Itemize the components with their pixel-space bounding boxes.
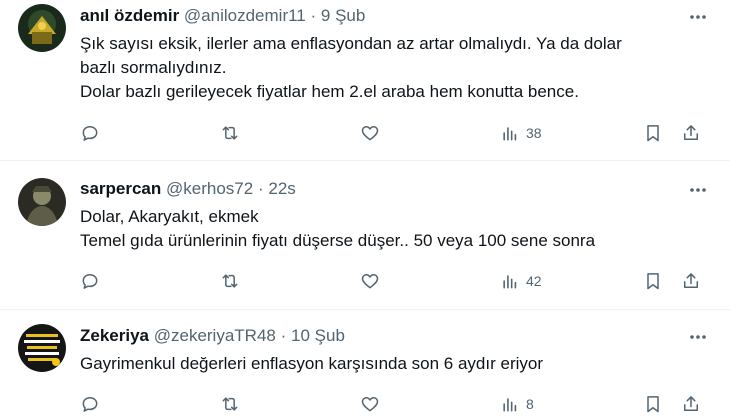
user-handle[interactable]: @kerhos72 <box>166 179 253 198</box>
action-bar: 8 <box>80 392 720 416</box>
action-bar: 38 <box>80 121 720 145</box>
views-count: 38 <box>526 125 542 141</box>
tweet-text: Şık sayısı eksik, ilerler ama enflasyond… <box>80 32 700 104</box>
separator-dot: · <box>257 179 264 198</box>
more-icon[interactable] <box>688 7 708 27</box>
tweet-header: Zekeriya @zekeriyaTR48 · 10 Şub <box>80 325 345 347</box>
bookmark-icon <box>647 125 659 142</box>
share-button[interactable] <box>681 392 701 416</box>
tweet-header: anıl özdemir @anilozdemir11 · 9 Şub <box>80 5 365 27</box>
tweet-header: sarpercan @kerhos72 · 22s <box>80 178 296 200</box>
views-icon <box>503 398 517 412</box>
avatar[interactable] <box>18 178 66 226</box>
reply-icon <box>82 397 98 412</box>
views-icon <box>503 275 517 289</box>
like-icon <box>361 397 379 412</box>
display-name[interactable]: Zekeriya <box>80 326 149 345</box>
like-button[interactable] <box>360 269 380 293</box>
tweet-line: bazlı sormalıydınız. <box>80 58 227 77</box>
avatar[interactable] <box>18 4 66 52</box>
like-button[interactable] <box>360 392 380 416</box>
display-name[interactable]: anıl özdemir <box>80 6 179 25</box>
tweet[interactable]: anıl özdemir @anilozdemir11 · 9 Şub Şık … <box>0 0 730 161</box>
more-icon[interactable] <box>688 180 708 200</box>
share-icon <box>684 273 698 288</box>
bookmark-button[interactable] <box>643 269 663 293</box>
separator-dot: · <box>280 326 287 345</box>
timestamp[interactable]: 9 Şub <box>321 6 365 25</box>
retweet-icon <box>222 126 238 140</box>
user-handle[interactable]: @anilozdemir11 <box>184 6 306 25</box>
share-button[interactable] <box>681 121 701 145</box>
views-icon <box>503 127 517 141</box>
tweet-line: Şık sayısı eksik, ilerler ama enflasyond… <box>80 34 622 53</box>
bookmark-button[interactable] <box>643 392 663 416</box>
tweet-text: Dolar, Akaryakıt, ekmek Temel gıda ürünl… <box>80 205 700 253</box>
bookmark-icon <box>647 396 659 413</box>
tweet-text: Gayrimenkul değerleri enflasyon karşısın… <box>80 352 700 376</box>
views-button[interactable]: 8 <box>500 392 534 416</box>
like-icon <box>361 274 379 289</box>
more-icon[interactable] <box>688 327 708 347</box>
views-count: 42 <box>526 273 542 289</box>
like-button[interactable] <box>360 121 380 145</box>
bookmark-icon <box>647 273 659 290</box>
reply-button[interactable] <box>80 392 100 416</box>
retweet-icon <box>222 274 238 288</box>
bookmark-button[interactable] <box>643 121 663 145</box>
tweet-line: Gayrimenkul değerleri enflasyon karşısın… <box>80 354 543 373</box>
reply-icon <box>82 274 98 289</box>
views-button[interactable]: 42 <box>500 269 542 293</box>
avatar[interactable] <box>18 324 66 372</box>
tweet-line: Temel gıda ürünlerinin fiyatı düşerse dü… <box>80 231 596 250</box>
user-handle[interactable]: @zekeriyaTR48 <box>154 326 276 345</box>
reply-icon <box>82 126 98 141</box>
tweet-line: Dolar, Akaryakıt, ekmek <box>80 207 259 226</box>
views-count: 8 <box>526 396 534 412</box>
tweet[interactable]: Zekeriya @zekeriyaTR48 · 10 Şub Gayrimen… <box>0 310 730 420</box>
tweet[interactable]: sarpercan @kerhos72 · 22s Dolar, Akaryak… <box>0 160 730 310</box>
action-bar: 42 <box>80 269 720 293</box>
share-button[interactable] <box>681 269 701 293</box>
retweet-button[interactable] <box>220 269 240 293</box>
like-icon <box>361 126 379 141</box>
retweet-button[interactable] <box>220 392 240 416</box>
reply-button[interactable] <box>80 121 100 145</box>
retweet-button[interactable] <box>220 121 240 145</box>
retweet-icon <box>222 397 238 411</box>
views-button[interactable]: 38 <box>500 121 542 145</box>
share-icon <box>684 396 698 411</box>
display-name[interactable]: sarpercan <box>80 179 161 198</box>
share-icon <box>684 125 698 140</box>
timestamp[interactable]: 10 Şub <box>291 326 345 345</box>
separator-dot: · <box>310 6 317 25</box>
tweet-line: Dolar bazlı gerileyecek fiyatlar hem 2.e… <box>80 82 579 101</box>
reply-button[interactable] <box>80 269 100 293</box>
timestamp[interactable]: 22s <box>268 179 295 198</box>
